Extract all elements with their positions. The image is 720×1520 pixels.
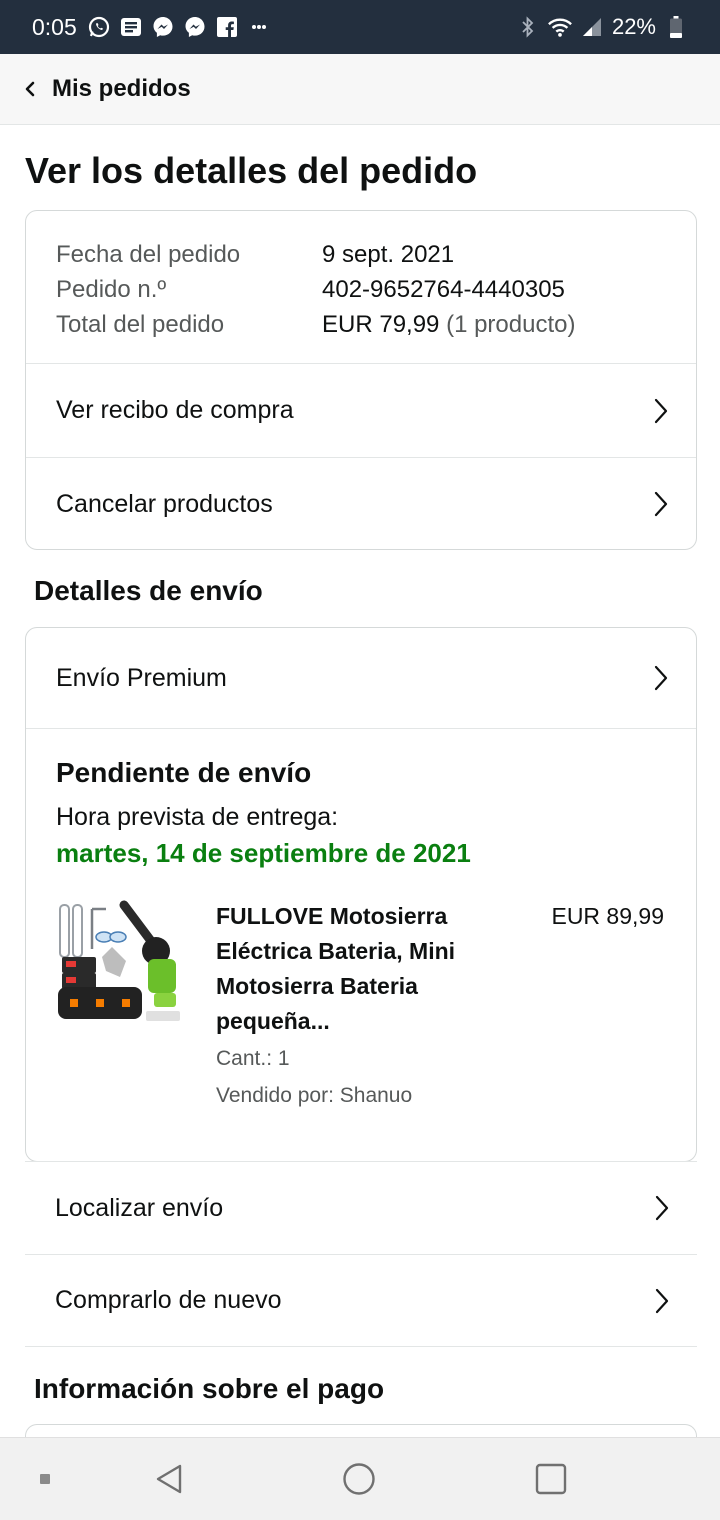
shipping-method-label: Envío Premium [56,663,227,692]
chevron-right-icon [654,665,668,691]
news-icon [119,15,143,39]
battery-icon [664,15,688,39]
product-price: EUR 89,99 [551,903,664,929]
product-title[interactable]: FULLOVE Motosierra Eléctrica Bateria, Mi… [216,899,516,1039]
order-date-value: 9 sept. 2021 [322,241,455,268]
track-package-label: Localizar envío [55,1193,224,1222]
system-icons: 22% [516,14,688,40]
android-nav-bar [0,1437,720,1520]
order-total-row: Total del pedido EUR 79,99 (1 producto) [56,307,666,342]
delivery-eta-date: martes, 14 de septiembre de 2021 [56,838,471,868]
product-quantity: Cant.: 1 [216,1047,290,1070]
bluetooth-icon [516,15,540,39]
order-total-label: Total del pedido [56,311,225,338]
order-date-label: Fecha del pedido [56,241,241,268]
payment-section-title: Información sobre el pago [34,1373,385,1404]
chevron-right-icon [655,1195,669,1221]
status-bar: 0:05 22% [0,0,720,54]
order-total-value: EUR 79,99 (1 producto) [322,307,575,342]
order-summary-card: Fecha del pedido 9 sept. 2021 Pedido n.º… [25,210,697,550]
top-nav: Mis pedidos [0,54,720,125]
shipping-method-link[interactable]: Envío Premium [26,628,696,729]
track-package-link[interactable]: Localizar envío [25,1161,697,1254]
facebook-icon [215,15,239,39]
order-total-amount: EUR 79,99 [322,311,440,338]
order-number-label: Pedido n.º [56,276,167,303]
product-seller: Vendido por: Shanuo [216,1084,413,1107]
recents-icon[interactable] [535,1463,567,1495]
back-icon[interactable] [154,1463,184,1495]
order-summary: Fecha del pedido 9 sept. 2021 Pedido n.º… [26,211,696,364]
battery-percent: 22% [611,14,656,39]
product-image[interactable] [56,899,186,1024]
signal-icon [580,15,604,39]
buy-again-label: Comprarlo de nuevo [55,1286,282,1314]
whatsapp-icon [87,15,111,39]
cancel-items-label: Cancelar productos [56,489,273,518]
wifi-icon [548,15,572,39]
shipping-section-title: Detalles de envío [34,575,263,606]
more-icon [247,15,271,39]
view-receipt-link[interactable]: Ver recibo de compra [26,364,696,457]
messenger-icon [183,15,207,39]
nav-dot-icon[interactable] [39,1473,51,1485]
cancel-items-link[interactable]: Cancelar productos [26,457,696,550]
order-number-row: Pedido n.º 402-9652764-4440305 [56,272,666,307]
delivery-eta-label: Hora prevista de entrega: [56,803,339,831]
shipment-actions: Localizar envío Comprarlo de nuevo [25,1161,697,1347]
messenger-icon [151,15,175,39]
home-icon[interactable] [342,1462,376,1496]
product-item[interactable]: FULLOVE Motosierra Eléctrica Bateria, Mi… [56,899,666,1109]
chevron-right-icon [654,398,668,423]
chevron-left-icon[interactable] [24,80,42,98]
order-date-row: Fecha del pedido 9 sept. 2021 [56,237,666,272]
chevron-right-icon [655,1288,669,1313]
status-time: 0:05 [32,13,77,40]
back-link-my-orders[interactable]: Mis pedidos [52,75,191,103]
chevron-right-icon [654,491,668,517]
shipping-card: Envío Premium Pendiente de envío Hora pr… [25,627,697,1162]
shipment-details: Pendiente de envío Hora prevista de entr… [26,729,696,1109]
order-total-items: (1 producto) [446,311,576,338]
notification-icons [87,15,271,39]
shipment-status: Pendiente de envío [56,757,312,788]
view-receipt-label: Ver recibo de compra [56,396,294,424]
buy-again-link[interactable]: Comprarlo de nuevo [25,1254,697,1347]
page-title: Ver los detalles del pedido [25,150,478,191]
order-number-value: 402-9652764-4440305 [322,276,565,303]
product-info: FULLOVE Motosierra Eléctrica Bateria, Mi… [216,899,516,1113]
